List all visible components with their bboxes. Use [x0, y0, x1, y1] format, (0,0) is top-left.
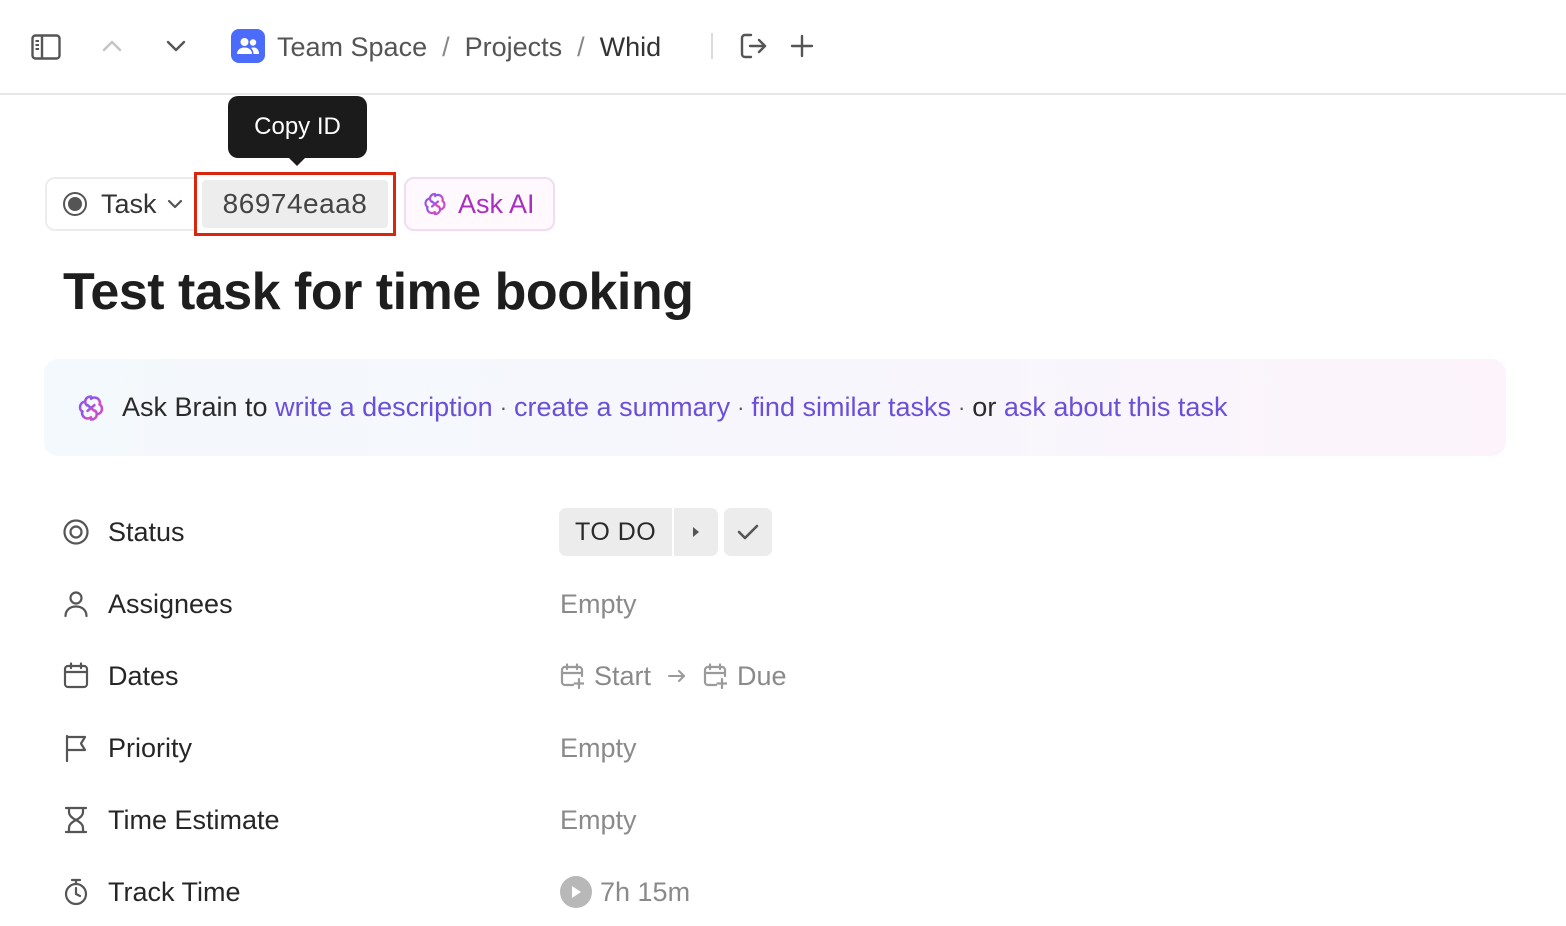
- status-pill: TO DO: [559, 508, 719, 556]
- track-time-label: Track Time: [108, 876, 241, 907]
- next-status-icon[interactable]: [672, 508, 719, 556]
- sidebar-toggle-icon[interactable]: [28, 30, 64, 64]
- copy-id-tooltip: Copy ID: [228, 96, 367, 158]
- plus-icon[interactable]: [788, 31, 816, 61]
- property-dates: Dates: [60, 654, 179, 698]
- create-summary-link[interactable]: create a summary: [514, 392, 730, 423]
- flag-icon: [60, 732, 92, 764]
- ask-ai-label: Ask AI: [458, 188, 535, 219]
- priority-value[interactable]: Empty: [560, 726, 637, 770]
- toolbar-divider: [711, 33, 713, 59]
- tooltip-arrow: [287, 156, 307, 166]
- chevron-down-icon[interactable]: [162, 32, 190, 60]
- property-status: Status: [60, 510, 185, 554]
- dates-value: Start Due: [560, 654, 787, 698]
- property-priority: Priority: [60, 726, 192, 770]
- ask-about-task-link[interactable]: ask about this task: [1004, 392, 1228, 423]
- task-type-icon: [63, 192, 87, 216]
- start-date-button[interactable]: Start: [560, 661, 651, 692]
- task-id-highlight: 86974eaa8: [194, 172, 396, 236]
- ask-brain-banner: Ask Brain to write a description · create …: [44, 359, 1506, 456]
- breadcrumb-item-projects[interactable]: Projects: [465, 32, 563, 63]
- separator-dot: ·: [499, 394, 508, 420]
- breadcrumb: Team Space / Projects / Whid: [277, 28, 661, 66]
- tracked-time-text[interactable]: 7h 15m: [600, 877, 690, 908]
- ask-ai-button[interactable]: Ask AI: [404, 177, 555, 231]
- property-track-time: Track Time: [60, 870, 241, 914]
- due-date-button[interactable]: Due: [703, 661, 787, 692]
- task-type-label: Task: [101, 188, 157, 219]
- property-time-estimate: Time Estimate: [60, 798, 280, 842]
- write-description-link[interactable]: write a description: [275, 392, 493, 423]
- due-date-label: Due: [737, 660, 787, 691]
- calendar-icon: [60, 660, 92, 692]
- calendar-add-icon: [560, 663, 584, 689]
- export-icon[interactable]: [738, 31, 770, 61]
- separator-dot: ·: [737, 394, 745, 420]
- breadcrumb-item-whid[interactable]: Whid: [600, 32, 662, 63]
- hourglass-icon: [60, 804, 92, 836]
- dates-label: Dates: [108, 660, 179, 691]
- assignees-value[interactable]: Empty: [560, 582, 637, 626]
- status-value-button[interactable]: TO DO: [559, 508, 673, 556]
- time-estimate-value[interactable]: Empty: [560, 798, 637, 842]
- brain-joiner: or: [972, 392, 997, 422]
- brain-icon: [76, 393, 106, 423]
- brain-prefix: Ask Brain to: [122, 392, 268, 422]
- time-estimate-label: Time Estimate: [108, 804, 280, 835]
- brain-icon: [422, 191, 448, 217]
- stopwatch-icon: [60, 876, 92, 908]
- find-similar-tasks-link[interactable]: find similar tasks: [751, 392, 951, 423]
- breadcrumb-item-team-space[interactable]: Team Space: [277, 32, 427, 63]
- status-icon: [60, 516, 92, 548]
- arrow-right-icon: [667, 669, 687, 683]
- task-title[interactable]: Test task for time booking: [63, 262, 694, 322]
- people-icon[interactable]: [231, 29, 265, 63]
- track-time-value: 7h 15m: [560, 870, 690, 914]
- priority-label: Priority: [108, 732, 193, 763]
- calendar-add-icon: [703, 663, 728, 689]
- status-label: Status: [108, 516, 185, 547]
- property-assignees: Assignees: [60, 582, 233, 626]
- chevron-up-icon[interactable]: [98, 32, 126, 60]
- check-icon[interactable]: [724, 508, 772, 556]
- top-bar: Team Space / Projects / Whid: [0, 0, 1566, 95]
- start-date-label: Start: [594, 660, 652, 691]
- task-id-button[interactable]: 86974eaa8: [202, 180, 388, 228]
- play-icon[interactable]: [560, 876, 592, 908]
- person-icon: [60, 588, 92, 620]
- breadcrumb-separator: /: [442, 31, 450, 62]
- breadcrumb-separator: /: [577, 31, 585, 62]
- chevron-down-icon: [167, 199, 183, 209]
- assignees-label: Assignees: [108, 588, 233, 619]
- task-type-dropdown[interactable]: Task: [45, 177, 197, 231]
- separator-dot: ·: [957, 394, 966, 420]
